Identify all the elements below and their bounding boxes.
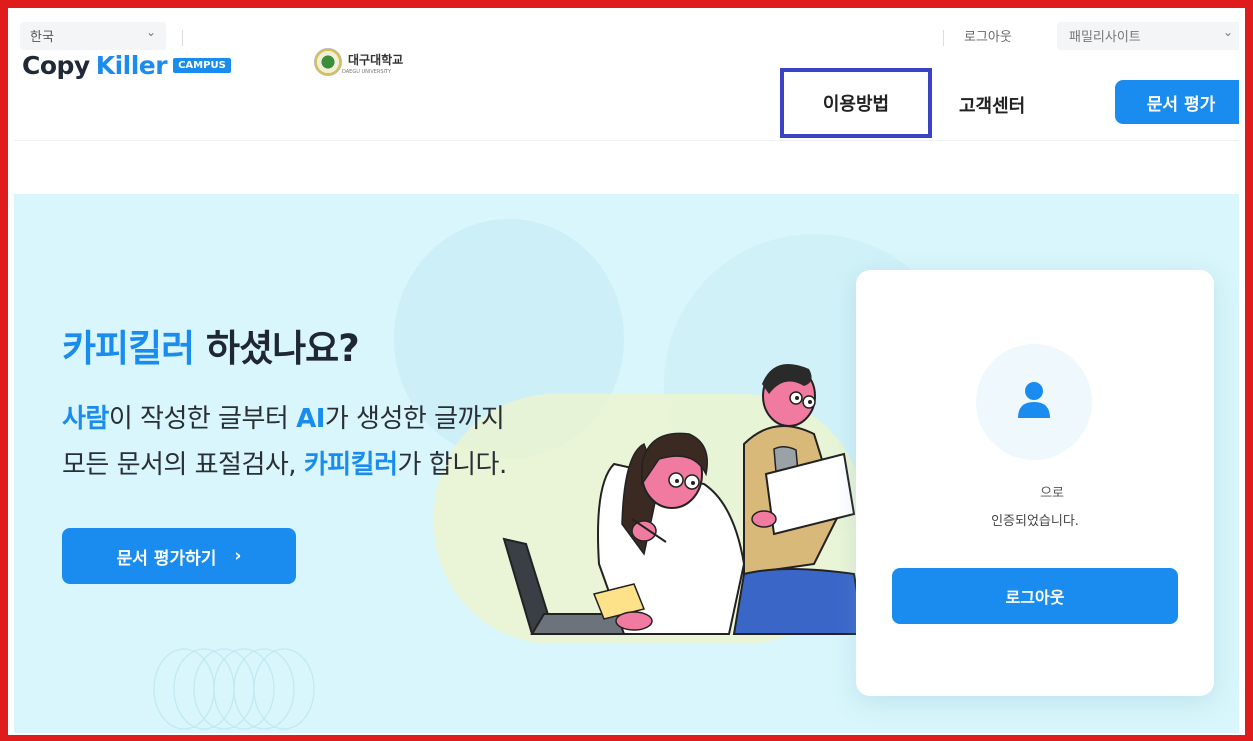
avatar bbox=[976, 344, 1092, 460]
evaluate-button-label: 문서 평가 bbox=[1146, 94, 1216, 115]
chevron-right-icon: › bbox=[234, 546, 242, 566]
chevron-down-icon: ⌄ bbox=[145, 25, 156, 39]
logo-campus-badge: CAMPUS bbox=[173, 57, 231, 73]
hero-accent: 사람 bbox=[62, 404, 109, 434]
family-site-value: 패밀리사이트 bbox=[1069, 30, 1141, 45]
hero-title-rest: 하셨나요? bbox=[194, 327, 360, 370]
logo-killer: Killer bbox=[95, 50, 168, 80]
man-figure bbox=[732, 364, 866, 635]
hero-accent: AI bbox=[296, 404, 325, 434]
utility-logout-link[interactable]: 로그아웃 bbox=[964, 26, 1012, 45]
logout-button-label: 로그아웃 bbox=[1005, 588, 1065, 607]
page: 한국 ⌄ 로그아웃 패밀리사이트 ⌄ Copy Killer CAMPUS 대구… bbox=[14, 14, 1239, 733]
screenshot-frame: 한국 ⌄ 로그아웃 패밀리사이트 ⌄ Copy Killer CAMPUS 대구… bbox=[0, 0, 1253, 741]
university-emblem-icon bbox=[314, 48, 342, 76]
family-site-select[interactable]: 패밀리사이트 ⌄ bbox=[1057, 22, 1239, 50]
auth-message: 인증되었습니다. bbox=[991, 514, 1079, 529]
header-divider bbox=[14, 140, 1239, 141]
user-name-suffix: 으로 bbox=[1040, 486, 1064, 501]
university-sub: DAEGU UNIVERSITY bbox=[342, 69, 392, 75]
language-value: 한국 bbox=[30, 30, 54, 45]
university-logo[interactable]: 대구대학교 DAEGU UNIVERSITY bbox=[314, 48, 403, 76]
hero-line-2: 모든 문서의 표절검사, 카피킬러가 합니다. bbox=[62, 444, 507, 481]
divider bbox=[943, 30, 944, 46]
nav-usage-label: 이용방법 bbox=[822, 94, 890, 115]
evaluate-button[interactable]: 문서 평가 bbox=[1115, 80, 1239, 124]
nav-support[interactable]: 고객센터 bbox=[959, 92, 1025, 118]
hero-title-accent: 카피킬러 bbox=[62, 327, 195, 370]
hero-section: 카피킬러 하셨나요? 사람이 작성한 글부터 AI가 생성한 글까지 모든 문서… bbox=[14, 194, 1239, 733]
nav-usage[interactable]: 이용방법 bbox=[780, 68, 932, 138]
divider bbox=[182, 30, 183, 46]
login-status-card: 으로 인증되었습니다. 로그아웃 bbox=[856, 270, 1214, 696]
hero-line-1: 사람이 작성한 글부터 AI가 생성한 글까지 bbox=[62, 398, 505, 435]
user-icon bbox=[1018, 382, 1050, 418]
evaluate-document-button[interactable]: 문서 평가하기 › bbox=[62, 528, 296, 584]
decorative-rings bbox=[153, 648, 315, 730]
people-illustration bbox=[502, 364, 866, 635]
hero-title: 카피킬러 하셨나요? bbox=[62, 318, 360, 372]
chevron-down-icon: ⌄ bbox=[1222, 25, 1233, 39]
language-select[interactable]: 한국 ⌄ bbox=[20, 22, 166, 50]
hero-text: 이 작성한 글부터 bbox=[108, 404, 297, 434]
university-name: 대구대학교 bbox=[348, 53, 404, 67]
cta-label: 문서 평가하기 bbox=[116, 548, 217, 569]
hero-text: 모든 문서의 표절검사, bbox=[62, 450, 304, 480]
hero-accent: 카피킬러 bbox=[303, 450, 398, 480]
logout-button[interactable]: 로그아웃 bbox=[892, 568, 1178, 624]
copykiller-logo[interactable]: Copy Killer CAMPUS bbox=[22, 48, 231, 82]
woman-figure bbox=[592, 432, 746, 635]
logo-copy: Copy bbox=[22, 50, 90, 80]
